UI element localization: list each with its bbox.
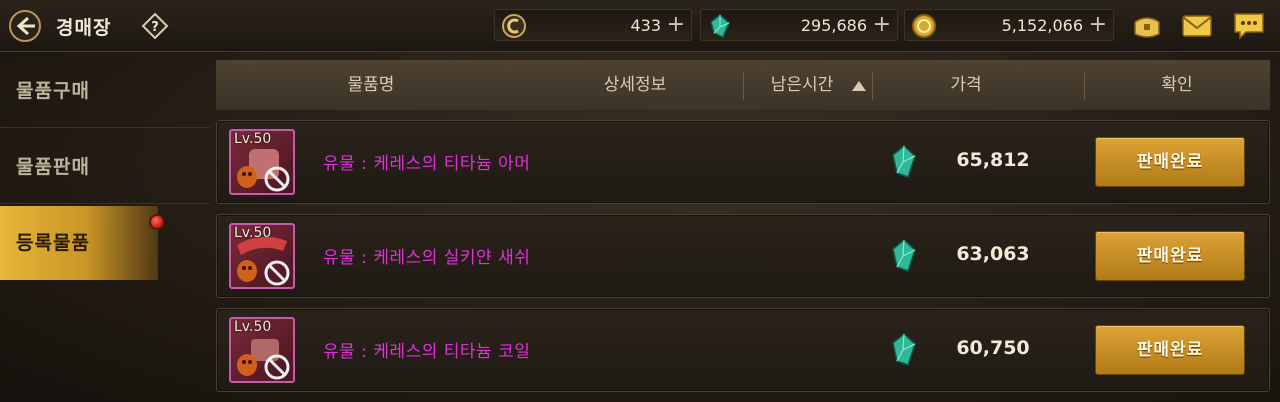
- column-confirm: 확인: [1161, 75, 1193, 95]
- page-title: 경매장: [56, 17, 112, 39]
- column-name: 물품명: [347, 75, 395, 95]
- item-level: Lv.50: [234, 319, 272, 335]
- svg-text:?: ?: [151, 20, 159, 35]
- top-bar: 경매장 ? 433 + 295,686 + 5,152,066 +: [0, 0, 1280, 52]
- table-row: Lv.50 유물 : 케레스의 티타늄 아머 65,812 판매완료: [216, 120, 1270, 204]
- sort-up-icon[interactable]: [852, 81, 866, 91]
- notification-badge: [149, 214, 165, 230]
- sold-complete-button[interactable]: 판매완료: [1095, 231, 1245, 281]
- mail-icon[interactable]: [1180, 10, 1214, 42]
- header-divider: [1084, 72, 1085, 100]
- help-icon[interactable]: ?: [141, 12, 169, 40]
- item-level: Lv.50: [234, 225, 272, 241]
- add-gem-button[interactable]: +: [873, 13, 891, 37]
- green-gem-icon: [710, 14, 730, 38]
- item-price: 65,812: [956, 149, 1030, 171]
- header-divider: [743, 72, 744, 100]
- table-row: Lv.50 유물 : 케레스의 실키얀 새쉬 63,063 판매완료: [216, 214, 1270, 298]
- nav-item-buy[interactable]: 물품구매: [0, 54, 210, 128]
- green-gem-icon: [892, 333, 916, 366]
- item-level: Lv.50: [234, 131, 272, 147]
- nav-item-sell[interactable]: 물품판매: [0, 130, 210, 204]
- table-row: Lv.50 유물 : 케레스의 티타늄 코일 60,750 판매완료: [216, 308, 1270, 392]
- add-gold-button[interactable]: +: [1089, 13, 1107, 37]
- bag-icon[interactable]: [1130, 10, 1164, 42]
- gold-amount: 5,152,066: [1001, 16, 1083, 35]
- gold-currency: 5,152,066 +: [904, 9, 1114, 41]
- back-arrow-icon[interactable]: [8, 9, 42, 43]
- gem-amount: 295,686: [800, 16, 867, 35]
- item-slot[interactable]: Lv.50: [229, 129, 295, 195]
- header-divider: [872, 72, 873, 100]
- silver-currency: 433 +: [494, 9, 692, 41]
- silver-amount: 433: [630, 16, 661, 35]
- nav-item-registered[interactable]: 등록물품: [0, 206, 158, 280]
- item-name: 유물 : 케레스의 티타늄 아머: [323, 154, 531, 174]
- chat-icon[interactable]: [1232, 10, 1266, 42]
- item-slot[interactable]: Lv.50: [229, 317, 295, 383]
- gold-coin-icon: [912, 14, 936, 38]
- item-price: 63,063: [956, 243, 1030, 265]
- add-silver-button[interactable]: +: [667, 13, 685, 37]
- silver-coin-icon: [502, 14, 526, 38]
- column-detail: 상세정보: [603, 75, 667, 95]
- sold-complete-button[interactable]: 판매완료: [1095, 137, 1245, 187]
- column-price: 가격: [950, 75, 982, 95]
- gem-currency: 295,686 +: [700, 9, 898, 41]
- item-price: 60,750: [956, 337, 1030, 359]
- table-header: 물품명 상세정보 남은시간 가격 확인: [216, 60, 1270, 110]
- item-name: 유물 : 케레스의 실키얀 새쉬: [323, 248, 531, 268]
- sold-complete-button[interactable]: 판매완료: [1095, 325, 1245, 375]
- green-gem-icon: [892, 239, 916, 272]
- item-slot[interactable]: Lv.50: [229, 223, 295, 289]
- green-gem-icon: [892, 145, 916, 178]
- item-name: 유물 : 케레스의 티타늄 코일: [323, 342, 531, 362]
- column-time[interactable]: 남은시간: [752, 60, 852, 110]
